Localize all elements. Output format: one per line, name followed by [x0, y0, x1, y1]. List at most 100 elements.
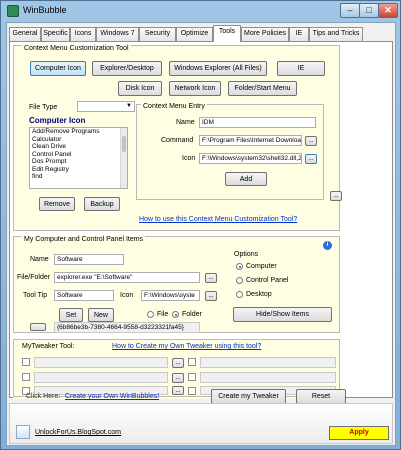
- list-scrollbar[interactable]: [120, 128, 127, 188]
- entry-icon-label: Icon: [182, 155, 196, 162]
- icon-browse-button[interactable]: ...: [305, 154, 317, 164]
- reset-button[interactable]: Reset: [296, 389, 346, 404]
- tab-security[interactable]: Security: [139, 27, 176, 41]
- tweak-browse-button[interactable]: ...: [172, 358, 184, 368]
- panel-name-field[interactable]: Software: [54, 254, 124, 265]
- context-menu-title: Context Menu Customization Tool: [22, 45, 131, 52]
- computer-icon-button[interactable]: Computer Icon: [30, 61, 86, 76]
- tweak-field: [34, 372, 168, 383]
- file-type-select[interactable]: ▼: [77, 101, 135, 112]
- panel-file-browse-button[interactable]: ...: [205, 273, 217, 283]
- command-browse-button[interactable]: ...: [305, 136, 317, 146]
- panel-items-group: My Computer and Control Panel Items Name…: [13, 236, 340, 333]
- option-control-panel-radio[interactable]: [236, 277, 243, 284]
- panel-file-label: File/Folder: [17, 274, 51, 281]
- minimize-button[interactable]: –: [340, 3, 360, 18]
- add-entry-button[interactable]: Add: [225, 172, 267, 186]
- folder-radio[interactable]: [172, 311, 179, 318]
- tweaker-howto-link[interactable]: How to Create my Own Tweaker using this …: [112, 343, 261, 350]
- file-radio[interactable]: [147, 311, 154, 318]
- close-button[interactable]: ✕: [378, 3, 398, 18]
- network-icon-button[interactable]: Network Icon: [169, 81, 221, 96]
- context-items-list[interactable]: Add/Remove Programs Calculator Clean Dri…: [29, 127, 128, 189]
- scrollbar-thumb[interactable]: [122, 136, 126, 152]
- folder-start-menu-button[interactable]: Folder/Start Menu: [228, 81, 297, 96]
- new-button[interactable]: New: [88, 308, 114, 322]
- tab-strip: General Specific Icons Windows 7 Securit…: [9, 25, 393, 42]
- tweak-field: [200, 372, 336, 383]
- folder-radio-label: Folder: [182, 311, 202, 318]
- panel-file-field[interactable]: explorer.exe "E:\Software": [54, 272, 200, 283]
- panel-name-label: Name: [30, 256, 49, 263]
- app-icon: [7, 5, 19, 17]
- context-menu-help-link[interactable]: How to use this Context Menu Customizati…: [139, 216, 297, 223]
- tab-more-policies[interactable]: More Policies: [241, 27, 289, 41]
- file-type-label: File Type: [29, 104, 58, 111]
- client-area: General Specific Icons Windows 7 Securit…: [6, 22, 396, 446]
- tab-tips-and-tricks[interactable]: Tips and Tricks: [309, 27, 363, 41]
- create-winbubbles-link[interactable]: Create your Own WinBubbles!: [65, 393, 159, 400]
- entry-icon-field[interactable]: F:\Windows\system32\shell32.dll,245: [199, 153, 302, 164]
- panel-icon-field[interactable]: F:\Windows\syste: [141, 290, 200, 301]
- backup-button[interactable]: Backup: [84, 197, 120, 211]
- remove-button[interactable]: Remove: [39, 197, 75, 211]
- create-my-tweaker-button[interactable]: Create my Tweaker: [211, 389, 286, 404]
- entry-name-field[interactable]: IDM: [199, 117, 316, 128]
- panel-items-title: My Computer and Control Panel Items: [22, 236, 146, 243]
- options-title: Options: [234, 251, 259, 258]
- tweak-browse-button[interactable]: ...: [172, 386, 184, 395]
- footer-bar: UnlockForUs.BlogSpot.com Apply: [9, 403, 393, 444]
- entry-command-field[interactable]: F:\Program Files\Internet Download M: [199, 135, 302, 146]
- context-menu-group: Context Menu Customization Tool Computer…: [13, 45, 342, 231]
- explorer-desktop-button[interactable]: Explorer/Desktop: [92, 61, 162, 76]
- list-item[interactable]: Add/Remove Programs: [30, 128, 127, 136]
- option-computer-label: Computer: [246, 263, 277, 270]
- list-item[interactable]: Clean Drive: [30, 143, 127, 151]
- tab-general[interactable]: General: [9, 27, 41, 41]
- tab-optimize[interactable]: Optimize: [176, 27, 213, 41]
- tab-icons[interactable]: Icons: [70, 27, 96, 41]
- tab-tools[interactable]: Tools: [213, 25, 241, 42]
- tweak-field: [34, 357, 168, 368]
- option-computer-radio[interactable]: [236, 263, 243, 270]
- disk-icon-button[interactable]: Disk Icon: [118, 81, 162, 96]
- file-radio-label: File: [157, 311, 169, 318]
- tweak-checkbox[interactable]: [188, 387, 196, 395]
- tweak-browse-button[interactable]: ...: [172, 373, 184, 383]
- apply-button[interactable]: Apply: [329, 426, 389, 440]
- panel-icon-browse-button[interactable]: ...: [205, 291, 217, 301]
- blog-site-link[interactable]: UnlockForUs.BlogSpot.com: [35, 429, 121, 436]
- tweak-checkbox[interactable]: [188, 358, 196, 366]
- blog-logo-icon: [16, 425, 30, 439]
- list-item[interactable]: find: [30, 173, 127, 181]
- windows-explorer-all-files-button[interactable]: Windows Explorer (All Files): [169, 61, 267, 76]
- list-item[interactable]: Dos Prompt: [30, 158, 127, 166]
- entry-name-label: Name: [176, 119, 195, 126]
- tweaker-title: MyTweaker Tool:: [22, 343, 75, 350]
- maximize-button[interactable]: □: [359, 3, 379, 18]
- list-item[interactable]: Calculator: [30, 136, 127, 144]
- tab-specific[interactable]: Specific: [41, 27, 70, 41]
- tweak-checkbox[interactable]: [22, 358, 30, 366]
- tools-tab-content: Context Menu Customization Tool Computer…: [9, 41, 393, 399]
- chevron-down-icon: ▼: [126, 103, 132, 109]
- option-control-panel-label: Control Panel: [246, 277, 289, 284]
- tweak-checkbox[interactable]: [22, 373, 30, 381]
- ie-button[interactable]: IE: [277, 61, 325, 76]
- option-desktop-radio[interactable]: [236, 291, 243, 298]
- panel-tooltip-field[interactable]: Software: [54, 290, 114, 301]
- tab-windows-7[interactable]: Windows 7: [96, 27, 139, 41]
- list-item[interactable]: Control Panel: [30, 151, 127, 159]
- guid-copy-button[interactable]: [30, 323, 46, 331]
- tab-ie[interactable]: IE: [289, 27, 309, 41]
- hide-show-items-button[interactable]: Hide/Show Items: [233, 307, 332, 322]
- list-item[interactable]: Edit Registry: [30, 166, 127, 174]
- tweak-field: [200, 357, 336, 368]
- set-button[interactable]: Set: [59, 308, 83, 322]
- panel-tooltip-label: Tool Tip: [23, 292, 48, 299]
- tweak-checkbox[interactable]: [188, 373, 196, 381]
- tweaker-group: MyTweaker Tool: How to Create my Own Twe…: [13, 339, 340, 399]
- context-extra-browse-button[interactable]: ...: [330, 191, 342, 201]
- option-desktop-label: Desktop: [246, 291, 272, 298]
- info-icon[interactable]: i: [323, 241, 332, 250]
